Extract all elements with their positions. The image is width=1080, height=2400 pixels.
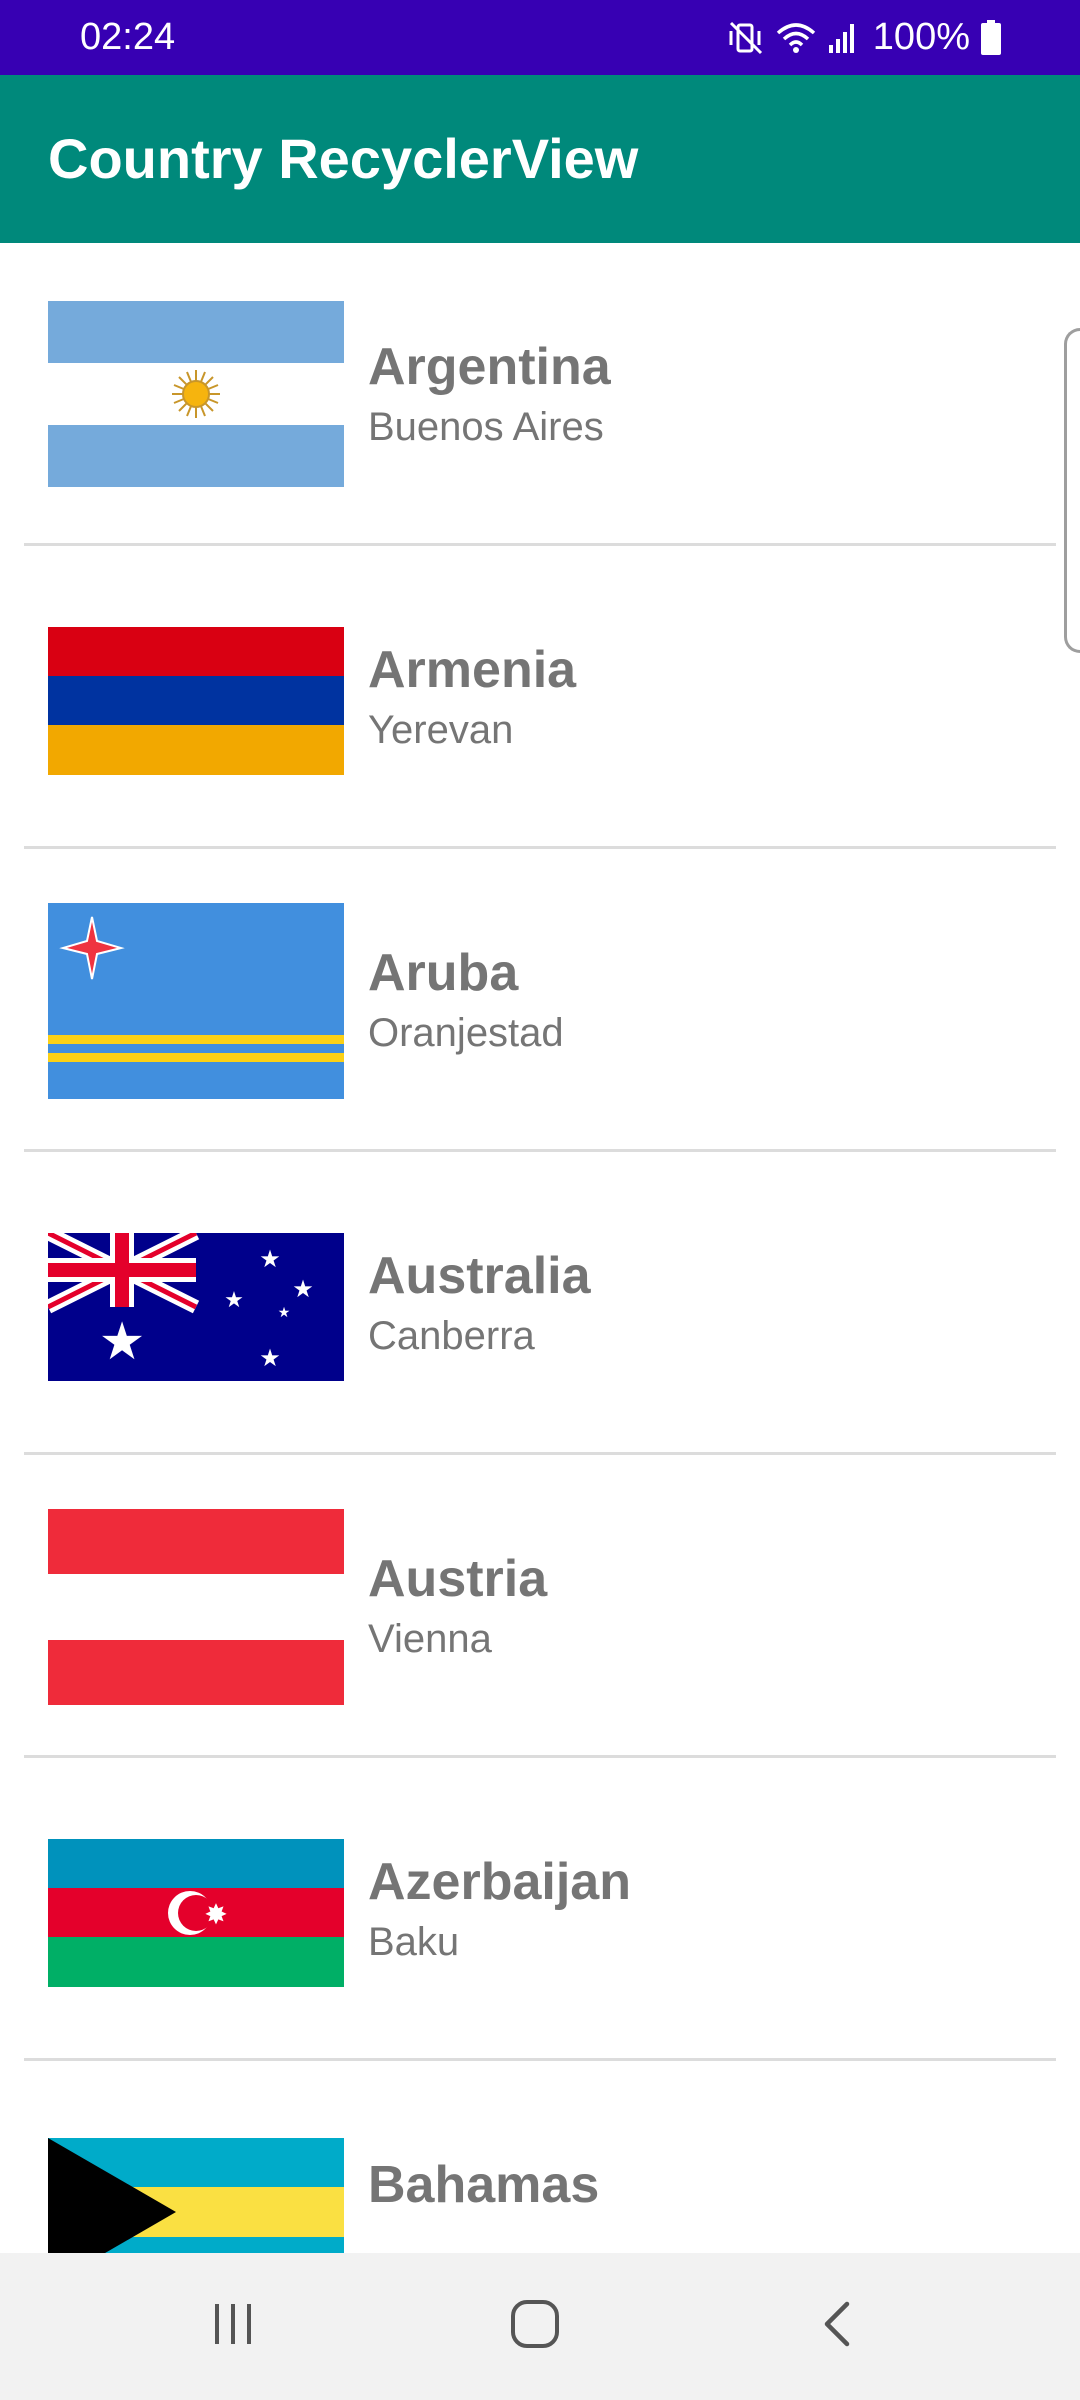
argentina-flag-icon bbox=[48, 301, 344, 487]
capital-name: Oranjestad bbox=[368, 1011, 564, 1055]
capital-name: Yerevan bbox=[368, 708, 514, 752]
capital-name: Baku bbox=[368, 1920, 460, 1964]
country-name: Argentina bbox=[368, 338, 611, 396]
wifi-icon bbox=[775, 19, 817, 57]
list-item-austria[interactable]: Austria Vienna bbox=[0, 1455, 1080, 1758]
aruba-flag-icon bbox=[48, 903, 344, 1099]
battery-percentage: 100% bbox=[872, 16, 970, 58]
recent-apps-button[interactable] bbox=[153, 2253, 313, 2400]
home-icon bbox=[509, 2298, 561, 2355]
svg-text:★: ★ bbox=[99, 1312, 146, 1372]
svg-text:★: ★ bbox=[259, 1344, 281, 1372]
app-title: Country RecyclerView bbox=[48, 127, 639, 190]
recent-apps-icon bbox=[209, 2300, 257, 2353]
list-item-aruba[interactable]: Aruba Oranjestad bbox=[0, 849, 1080, 1152]
list-item-armenia[interactable]: Armenia Yerevan bbox=[0, 546, 1080, 849]
country-name: Azerbaijan bbox=[368, 1853, 631, 1911]
austria-flag-icon bbox=[48, 1509, 344, 1705]
capital-name: Buenos Aires bbox=[368, 405, 604, 449]
list-item-bahamas[interactable]: Bahamas bbox=[0, 2061, 1080, 2253]
svg-text:★: ★ bbox=[224, 1288, 244, 1313]
svg-text:★: ★ bbox=[259, 1245, 281, 1273]
mute-vibrate-icon bbox=[727, 19, 765, 57]
capital-name: Vienna bbox=[368, 1617, 492, 1661]
country-text: Bahamas bbox=[368, 2153, 599, 2217]
status-icons: 100% bbox=[727, 0, 1002, 75]
list-item-azerbaijan[interactable]: ✸ Azerbaijan Baku bbox=[0, 1758, 1080, 2061]
back-button[interactable] bbox=[757, 2253, 917, 2400]
country-name: Aruba bbox=[368, 944, 519, 1002]
country-name: Austria bbox=[368, 1550, 548, 1608]
status-bar: 02:24 100% bbox=[0, 0, 1080, 75]
country-name: Australia bbox=[368, 1247, 591, 1305]
status-time: 02:24 bbox=[80, 16, 176, 58]
armenia-flag-icon bbox=[48, 627, 344, 775]
app-bar: Country RecyclerView bbox=[0, 75, 1080, 243]
bahamas-flag-icon bbox=[48, 2138, 344, 2253]
battery-icon bbox=[980, 19, 1002, 56]
australia-flag-icon: ★ ★ ★ ★ ★ ★ bbox=[48, 1233, 344, 1381]
svg-text:✸: ✸ bbox=[204, 1898, 227, 1931]
home-button[interactable] bbox=[455, 2253, 615, 2400]
signal-icon bbox=[827, 19, 857, 57]
country-name: Armenia bbox=[368, 641, 577, 699]
list-item-argentina[interactable]: Argentina Buenos Aires bbox=[0, 243, 1080, 546]
country-text: Austria Vienna bbox=[368, 1547, 547, 1667]
back-icon bbox=[817, 2298, 857, 2355]
country-text: Armenia Yerevan bbox=[368, 638, 576, 758]
navigation-bar bbox=[0, 2253, 1080, 2400]
country-list[interactable]: Argentina Buenos Aires Armenia Yerevan A… bbox=[0, 243, 1080, 2253]
scrollbar[interactable] bbox=[1064, 328, 1080, 653]
country-text: Aruba Oranjestad bbox=[368, 941, 564, 1061]
country-text: Australia Canberra bbox=[368, 1244, 591, 1364]
country-text: Azerbaijan Baku bbox=[368, 1850, 631, 1970]
country-name: Bahamas bbox=[368, 2156, 600, 2214]
svg-text:★: ★ bbox=[278, 1305, 291, 1321]
capital-name: Canberra bbox=[368, 1314, 535, 1358]
svg-text:★: ★ bbox=[292, 1275, 314, 1303]
azerbaijan-flag-icon: ✸ bbox=[48, 1839, 344, 1987]
list-item-australia[interactable]: ★ ★ ★ ★ ★ ★ Australia Canberra bbox=[0, 1152, 1080, 1455]
country-text: Argentina Buenos Aires bbox=[368, 335, 611, 455]
